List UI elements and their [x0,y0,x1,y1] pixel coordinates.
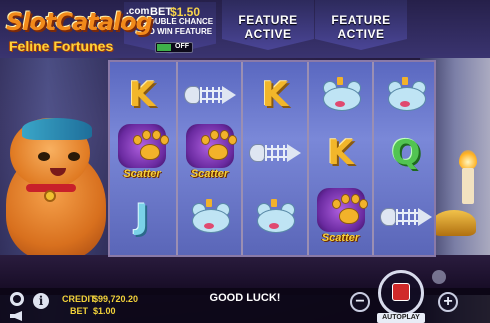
double-chance-toggle[interactable]: OFF [155,42,193,53]
scatter-label: Scatter [190,168,229,180]
symbol-letter: J [135,197,149,237]
symbol-k: K [309,124,373,182]
symbol-letter: K [261,75,289,115]
reel-2: Scatter [175,62,242,255]
toy-mouse-icon [243,188,307,246]
paw-icon [185,124,237,168]
scatter-label: Scatter [321,232,360,244]
toy-mouse-icon [309,66,373,124]
turbo-icon[interactable] [432,270,446,284]
game-title: Feline Fortunes [9,38,114,54]
autoplay-button[interactable]: AUTOPLAY [377,313,425,323]
symbol-q: Q [374,124,438,182]
spin-button[interactable] [378,270,424,316]
toy-mouse-icon [317,77,365,113]
toggle-knob [157,44,171,51]
double-chance-description: DOUBLE CHANCE TO WIN FEATURE [142,17,214,36]
symbol-j: J [110,188,174,246]
scatter-label: Scatter [123,168,161,180]
reel-grid: K Scatter J Scatter K K Scatter Q [108,60,436,257]
symbol-letter: Q [391,133,421,173]
paw-icon [118,124,169,168]
fish-bone-icon [374,188,438,246]
toy-mouse-icon [178,188,242,246]
fish-bone-icon [183,84,236,106]
decrease-bet-button[interactable]: − [350,292,370,312]
settings-gear-icon[interactable] [10,292,24,306]
status-message: GOOD LUCK! [209,292,281,304]
cat-gem [44,190,56,202]
magic-lamp [432,210,476,236]
symbol-letter: K [128,75,156,115]
reel-3: K [241,62,305,255]
increase-bet-button[interactable]: + [438,292,458,312]
info-icon[interactable]: i [33,293,49,309]
cat-head [10,118,92,188]
fish-bone-icon [380,206,432,228]
candle-flame [459,150,477,170]
cat-turban [22,118,92,140]
bet-label: BET [70,306,88,316]
symbol-k: K [110,66,174,124]
fish-bone-icon [249,142,301,164]
fish-bone-icon [178,66,242,124]
reel-1: K Scatter J [110,62,174,255]
toy-mouse-icon [382,77,430,113]
cat-mouth [50,168,66,176]
scatter-symbol: Scatter [309,186,373,248]
cat-eye-left [38,152,50,161]
toy-mouse-icon [251,199,299,235]
toy-mouse-icon [374,66,438,124]
bet-value: $1.00 [93,306,116,316]
toggle-state: OFF [175,43,189,50]
spin-icon [392,283,410,301]
scatter-symbol: Scatter [178,122,242,184]
reel-4: K Scatter [306,62,373,255]
credit-value: $99,720.20 [93,294,139,304]
credit-label: CREDIT [62,294,96,304]
symbol-k: K [243,66,307,124]
reel-5: Q [372,62,436,255]
paw-icon [316,188,368,232]
candle [462,168,474,204]
cat-mascot [0,110,118,260]
scatter-symbol: Scatter [110,122,174,184]
game-scene: BET $1.50 DOUBLE CHANCE TO WIN FEATURE O… [0,0,490,323]
toy-mouse-icon [186,199,234,235]
symbol-letter: K [327,133,354,173]
cat-eye-right [68,152,80,161]
fish-bone-icon [243,124,307,182]
logo-domain: .com [126,6,150,17]
